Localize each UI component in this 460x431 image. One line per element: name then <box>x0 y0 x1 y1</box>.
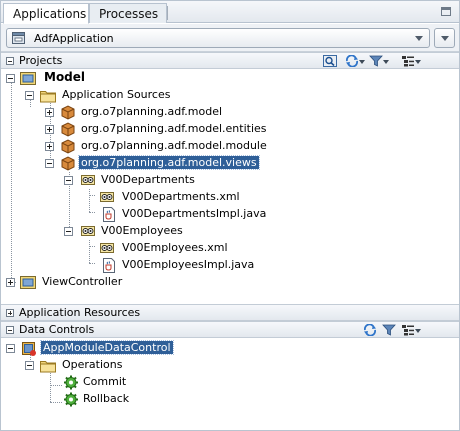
tree-node-label: Rollback <box>83 392 130 405</box>
tab-processes[interactable]: Processes <box>89 3 167 23</box>
projects-section-header[interactable]: Projects <box>1 52 459 69</box>
application-resources-section-header[interactable]: Application Resources <box>1 304 459 321</box>
tree-node-label: org.o7planning.adf.model <box>81 105 223 118</box>
restore-window-icon[interactable] <box>441 7 451 16</box>
application-menu-button[interactable] <box>434 28 455 48</box>
tree-node-package-selected[interactable]: org.o7planning.adf.model.views <box>1 155 281 172</box>
project-icon <box>20 276 36 289</box>
tab-applications[interactable]: Applications <box>3 3 89 24</box>
tree-node-xml-file[interactable]: V00Departments.xml <box>1 189 241 206</box>
collapse-icon[interactable] <box>45 159 54 168</box>
filter-icon[interactable] <box>382 324 396 336</box>
navigator-search-icon[interactable] <box>323 55 337 67</box>
tree-node-java-file[interactable]: V00EmployeesImpl.java <box>1 257 261 274</box>
tree-node-label: V00Employees <box>101 224 183 237</box>
tree-node-operations[interactable]: Operations <box>1 357 201 374</box>
collapse-icon[interactable] <box>6 74 15 83</box>
tree-node-label: Operations <box>62 358 123 371</box>
tree-node-label: V00Employees.xml <box>122 241 228 254</box>
tree-node-label: org.o7planning.adf.model.views <box>78 155 260 170</box>
application-selector[interactable]: AdfApplication <box>6 28 430 48</box>
view-object-icon <box>81 226 95 236</box>
tree-node-label: org.o7planning.adf.model.module <box>81 139 267 152</box>
java-file-icon <box>103 258 115 273</box>
tree-node-java-file[interactable]: V00DepartmentsImpl.java <box>1 206 266 223</box>
view-object-xml-icon <box>100 243 114 253</box>
collapse-icon[interactable] <box>25 361 34 370</box>
gear-icon <box>64 392 78 407</box>
tree-node-operation-commit[interactable]: Commit <box>1 374 201 391</box>
data-controls-section-header[interactable]: Data Controls <box>1 321 459 338</box>
sync-menu-chevron-icon[interactable] <box>353 55 365 67</box>
tree-node-view-object[interactable]: V00Employees <box>1 223 221 240</box>
package-icon <box>61 139 75 154</box>
view-object-icon <box>81 175 95 185</box>
tree-node-label: V00EmployeesImpl.java <box>122 258 255 271</box>
folder-icon <box>40 361 56 373</box>
tree-node-package[interactable]: org.o7planning.adf.model.entities <box>1 121 281 138</box>
tree-node-label: Model <box>44 70 86 84</box>
filter-menu-chevron-icon[interactable] <box>377 55 389 67</box>
view-options-chevron-icon[interactable] <box>409 324 421 336</box>
tree-node-data-control[interactable]: AppModuleDataControl <box>1 340 201 357</box>
tree-node-model[interactable]: Model <box>1 70 201 87</box>
java-file-icon <box>103 207 115 222</box>
tab-strip: Applications Processes <box>1 1 459 24</box>
package-icon <box>61 105 75 120</box>
tree-node-view-controller[interactable]: ViewController <box>1 274 201 291</box>
folder-icon <box>40 91 56 103</box>
collapse-icon[interactable] <box>64 176 73 185</box>
tree-node-application-sources[interactable]: Application Sources <box>1 87 221 104</box>
collapse-icon[interactable] <box>6 57 14 65</box>
tree-node-label: Application Sources <box>62 88 171 101</box>
collapse-icon[interactable] <box>25 91 34 100</box>
applications-window: Applications Processes AdfApplication Pr… <box>0 0 460 431</box>
tree-node-label: V00DepartmentsImpl.java <box>122 207 267 220</box>
collapse-icon[interactable] <box>6 326 14 334</box>
collapse-icon[interactable] <box>64 227 73 236</box>
tree-node-package[interactable]: org.o7planning.adf.model <box>1 104 261 121</box>
tree-node-package[interactable]: org.o7planning.adf.model.module <box>1 138 281 155</box>
tree-node-label: AppModuleDataControl <box>40 340 174 355</box>
tree-node-view-object[interactable]: V00Departments <box>1 172 221 189</box>
view-object-xml-icon <box>100 192 114 202</box>
view-options-chevron-icon[interactable] <box>409 55 421 67</box>
expand-icon[interactable] <box>6 278 15 287</box>
sync-icon[interactable] <box>363 324 377 336</box>
expand-icon[interactable] <box>45 142 54 151</box>
chevron-down-icon <box>415 36 423 41</box>
application-icon <box>12 32 25 44</box>
tree-node-label: V00Departments.xml <box>122 190 240 203</box>
application-bar: AdfApplication <box>1 24 459 52</box>
tree-node-label: ViewController <box>42 275 123 288</box>
projects-section-title: Projects <box>19 54 63 67</box>
tree-node-operation-rollback[interactable]: Rollback <box>1 391 201 408</box>
tree-node-label: Commit <box>83 375 127 388</box>
data-control-icon <box>22 342 36 356</box>
tab-separator <box>167 6 168 20</box>
projects-tree: Model Application Sources org.o7planning… <box>1 69 459 291</box>
project-icon <box>20 72 36 85</box>
package-icon <box>61 156 75 171</box>
chevron-down-icon <box>441 36 449 41</box>
data-controls-tree: AppModuleDataControl Operations Commit R… <box>1 339 459 431</box>
gear-icon <box>64 375 78 390</box>
collapse-icon[interactable] <box>6 344 15 353</box>
tree-node-xml-file[interactable]: V00Employees.xml <box>1 240 241 257</box>
tree-node-label: org.o7planning.adf.model.entities <box>81 122 267 135</box>
expand-icon[interactable] <box>45 125 54 134</box>
tree-node-label: V00Departments <box>101 173 195 186</box>
panel-divider[interactable] <box>1 291 459 304</box>
package-icon <box>61 122 75 137</box>
data-controls-section-title: Data Controls <box>19 323 95 336</box>
expand-icon[interactable] <box>45 108 54 117</box>
expand-icon[interactable] <box>6 309 14 317</box>
application-resources-section-title: Application Resources <box>19 306 141 319</box>
application-selector-value: AdfApplication <box>34 32 114 45</box>
